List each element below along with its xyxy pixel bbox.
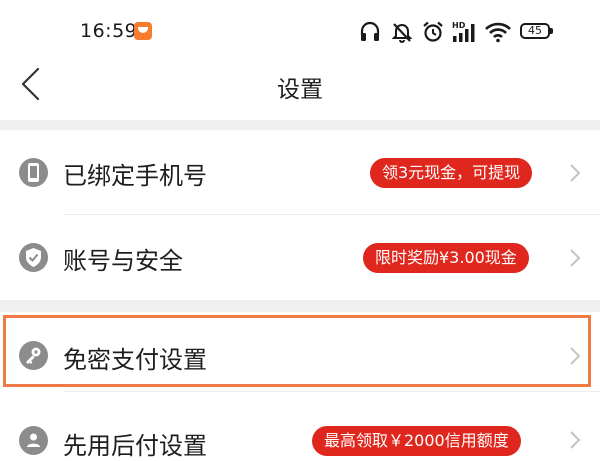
chevron-right-icon	[570, 249, 581, 267]
nav-bar: 设置	[0, 67, 600, 120]
row-account-security[interactable]: 账号与安全 限时奖励¥3.00现金	[0, 215, 600, 300]
headphones-icon	[360, 21, 380, 41]
battery-icon: 45	[520, 23, 553, 39]
row-password-free-payment[interactable]: 免密支付设置	[0, 312, 600, 392]
section-gap	[0, 120, 600, 130]
svg-text:HD: HD	[452, 21, 466, 30]
row-label: 先用后付设置	[63, 432, 207, 460]
gear-user-icon	[19, 426, 48, 455]
hd-signal-icon: HD	[452, 21, 475, 42]
shield-check-icon	[19, 243, 48, 272]
status-time: 16:59	[80, 20, 138, 42]
status-bar: 16:59 HD 45	[0, 0, 600, 68]
wifi-icon	[485, 22, 511, 43]
chevron-right-icon	[570, 431, 581, 449]
row-label: 已绑定手机号	[63, 162, 207, 190]
phone-icon	[19, 158, 48, 187]
chevron-right-icon	[570, 164, 581, 182]
promo-badge[interactable]: 领3元现金，可提现	[370, 158, 533, 188]
alarm-icon	[423, 21, 443, 42]
row-buy-now-pay-later[interactable]: 先用后付设置 最高领取￥2000信用额度	[0, 392, 600, 460]
row-label: 账号与安全	[63, 247, 183, 275]
chevron-right-icon	[570, 347, 581, 365]
page-title: 设置	[277, 77, 323, 103]
app-notification-icon	[134, 22, 152, 40]
section-gap	[0, 300, 600, 312]
key-icon	[19, 341, 48, 370]
row-bound-phone[interactable]: 已绑定手机号 领3元现金，可提现	[0, 130, 600, 215]
promo-badge[interactable]: 限时奖励¥3.00现金	[363, 243, 529, 273]
promo-badge[interactable]: 最高领取￥2000信用额度	[312, 426, 521, 456]
mute-bell-icon	[391, 23, 413, 43]
row-label: 免密支付设置	[63, 346, 207, 374]
